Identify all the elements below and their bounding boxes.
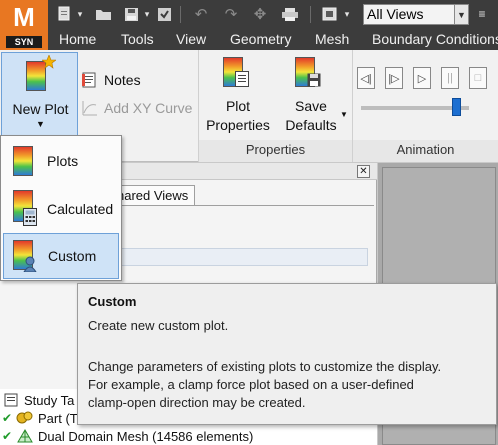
redo-icon[interactable]: ↷ (222, 4, 240, 24)
tree-item-study-tasks[interactable]: Study Ta (4, 391, 74, 409)
save-icon[interactable] (122, 4, 140, 24)
shared-views-field[interactable] (110, 248, 368, 266)
tooltip-line: For example, a clamp force plot based on… (88, 377, 414, 392)
star-icon (42, 55, 56, 69)
new-plot-button[interactable]: New Plot ▼ (1, 52, 78, 137)
title-bar: ▾ ▾ ↶ ↷ ✥ ▾ All Views ▼ ≡ (0, 0, 498, 30)
tree-item-part[interactable]: ✔ Part (T (2, 409, 78, 427)
save-defaults-button[interactable]: Save Defaults ▼ (280, 54, 350, 138)
dropdown-arrow-icon[interactable]: ▾ (75, 4, 85, 24)
tooltip-line: Change parameters of existing plots to c… (88, 359, 442, 374)
tooltip-line: clamp-open direction may be created. (88, 395, 306, 410)
check-icon: ✔ (2, 429, 13, 443)
tooltip-title: Custom (88, 294, 137, 309)
chevron-down-icon[interactable]: ▼ (455, 4, 469, 25)
tooltip-line: Create new custom plot. (88, 318, 229, 333)
chevron-down-icon: ▼ (36, 119, 45, 129)
group-label-properties: Properties (245, 142, 306, 157)
play-button[interactable]: ▷ (413, 67, 431, 89)
custom-tooltip: Custom Create new custom plot. Change pa… (77, 283, 497, 425)
pause-button[interactable]: || (441, 67, 459, 89)
step-forward-button[interactable]: |▷ (385, 67, 403, 89)
app-logo[interactable]: M SYN (0, 0, 48, 50)
user-icon (23, 256, 37, 272)
print-icon[interactable] (280, 4, 300, 24)
xy-curve-icon (82, 101, 97, 116)
part-icon (16, 411, 33, 424)
add-xy-curve-button[interactable]: Add XY Curve (82, 100, 192, 116)
dropdown-arrow-icon[interactable]: ▾ (142, 4, 152, 24)
close-icon[interactable]: ✕ (357, 165, 370, 178)
view-selector[interactable]: All Views (363, 4, 455, 25)
step-backward-button[interactable]: ◁| (357, 67, 375, 89)
new-plot-dropdown-menu: Plots Calculated Custom (0, 135, 122, 281)
properties-sheet-icon (235, 71, 249, 87)
disk-icon (307, 73, 321, 87)
tab-shared-views[interactable]: hared Views (110, 185, 196, 205)
dropdown-arrow-icon[interactable]: ▾ (342, 4, 352, 24)
customize-toolbar-icon[interactable]: ≡ (474, 4, 490, 24)
check-icon: ✔ (2, 411, 13, 425)
tab-tools[interactable]: Tools (121, 31, 154, 47)
chevron-down-icon: ▼ (340, 110, 348, 119)
select-tool-icon[interactable]: ✥ (250, 4, 270, 24)
new-file-icon[interactable] (56, 4, 74, 24)
plot-properties-button[interactable]: Plot Properties (202, 54, 274, 138)
import-icon[interactable] (155, 4, 173, 24)
calculator-icon (23, 208, 37, 226)
mesh-icon (17, 429, 33, 443)
tab-mesh[interactable]: Mesh (315, 31, 349, 47)
menu-item-custom[interactable]: Custom (3, 233, 119, 279)
tab-geometry[interactable]: Geometry (230, 31, 291, 47)
plots-icon (13, 146, 33, 176)
tree-item-mesh[interactable]: ✔ Dual Domain Mesh (14586 elements) (2, 427, 253, 445)
ribbon-tab-bar: Home Tools View Geometry Mesh Boundary C… (0, 30, 498, 50)
undo-icon[interactable]: ↶ (192, 4, 210, 24)
study-icon (4, 393, 18, 407)
view-mode-icon[interactable] (320, 4, 340, 24)
stop-button[interactable]: □ (469, 67, 487, 89)
open-folder-icon[interactable] (94, 4, 114, 24)
animation-slider-thumb[interactable] (452, 98, 461, 116)
menu-item-calculated[interactable]: Calculated (3, 186, 119, 232)
group-label-animation: Animation (396, 142, 455, 157)
notes-button[interactable]: Notes (82, 72, 141, 88)
menu-item-plots[interactable]: Plots (3, 138, 119, 184)
tab-boundary-conditions[interactable]: Boundary Conditions (372, 31, 498, 47)
tab-view[interactable]: View (176, 31, 206, 47)
notes-icon (82, 72, 96, 88)
tab-home[interactable]: Home (59, 31, 96, 47)
